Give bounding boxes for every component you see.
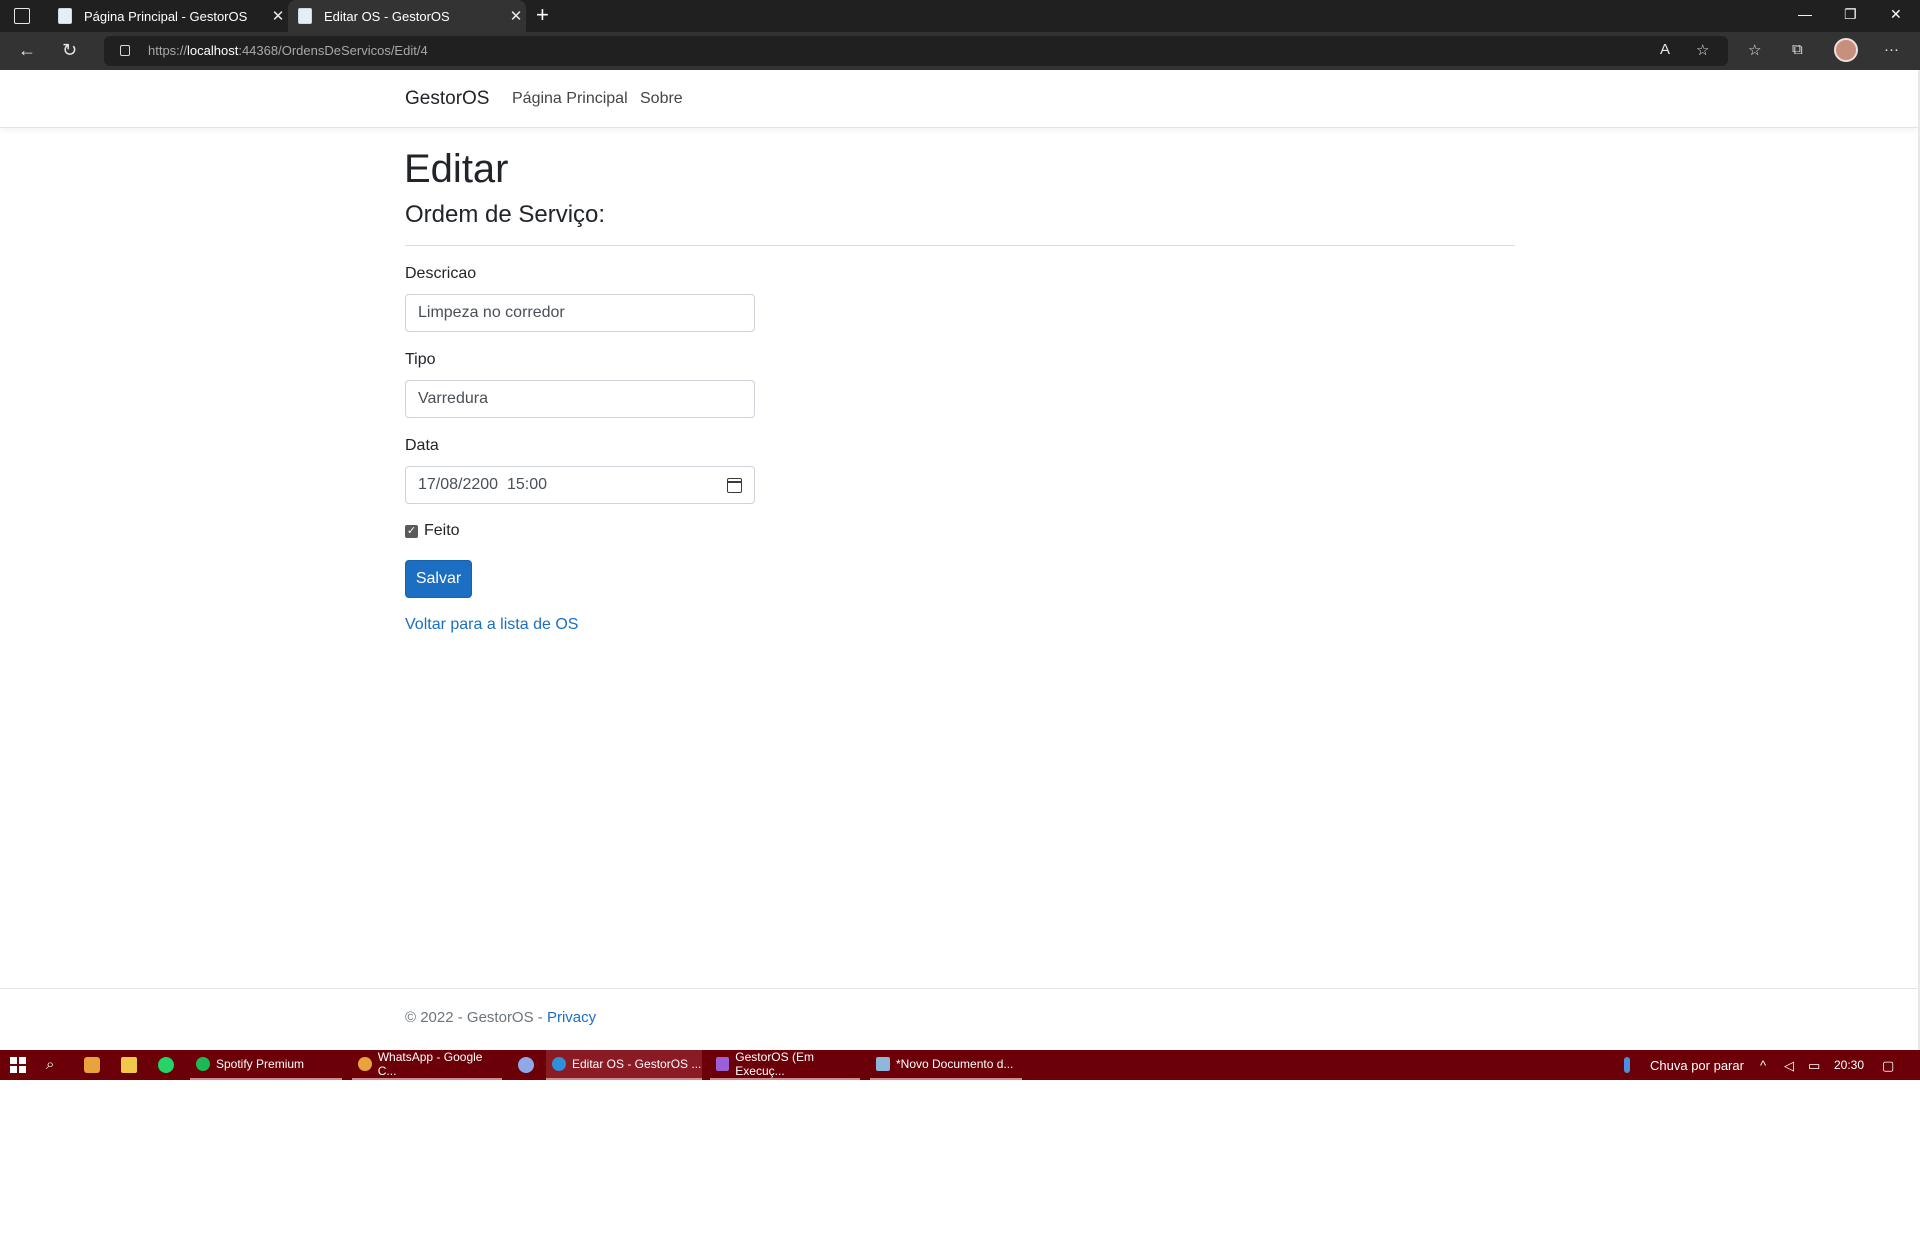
data-input[interactable]: 17/08/2200 15:00 xyxy=(405,466,755,504)
tipo-input[interactable]: Varredura xyxy=(405,380,755,418)
collections-icon[interactable]: ⧉ xyxy=(1792,41,1803,58)
favorite-add-icon[interactable]: ☆ xyxy=(1696,41,1709,59)
tab-title: Página Principal - GestorOS xyxy=(84,8,248,24)
taskbar-app-label: Editar OS - GestorOS ... xyxy=(572,1057,702,1071)
feito-checkbox[interactable]: ✓ xyxy=(405,525,418,538)
network-icon[interactable]: ▭ xyxy=(1808,1058,1820,1074)
profile-avatar[interactable] xyxy=(1834,38,1858,62)
taskbar-app-label: *Novo Documento d... xyxy=(896,1057,1014,1071)
back-to-list-link[interactable]: Voltar para a lista de OS xyxy=(405,616,578,634)
divider xyxy=(405,245,1515,246)
close-icon[interactable]: ✕ xyxy=(268,7,288,25)
footer-text: © 2022 - GestorOS - Privacy xyxy=(405,1009,597,1026)
data-label: Data xyxy=(405,437,439,454)
edge-icon xyxy=(552,1057,566,1071)
page-icon xyxy=(298,8,312,24)
favorites-icon[interactable]: ☆ xyxy=(1748,41,1761,59)
tipo-label: Tipo xyxy=(405,351,436,368)
weather-icon[interactable] xyxy=(1624,1057,1630,1073)
web-page: GestorOS Página Principal Sobre Editar O… xyxy=(0,70,1920,1070)
save-button[interactable]: Salvar xyxy=(405,560,472,598)
taskbar-app-chrome-whatsapp[interactable]: WhatsApp - Google C... xyxy=(352,1050,502,1080)
taskbar-app-label: Spotify Premium xyxy=(216,1057,305,1071)
page-subtitle: Ordem de Serviço: xyxy=(405,201,606,228)
tipo-value: Varredura xyxy=(418,390,488,407)
page-icon xyxy=(58,8,72,24)
descricao-label: Descricao xyxy=(405,265,477,282)
tab-title: Editar OS - GestorOS xyxy=(324,8,450,24)
close-window-icon[interactable]: ✕ xyxy=(1890,6,1902,23)
address-bar: ← ↻ https://localhost:44368/OrdensDeServ… xyxy=(0,32,1920,70)
descricao-input[interactable]: Limpeza no corredor xyxy=(405,294,755,332)
data-value: 17/08/2200 15:00 xyxy=(418,476,548,493)
more-options-icon[interactable]: ··· xyxy=(1884,41,1899,58)
browser-tab-bar: Página Principal - GestorOS ✕ Editar OS … xyxy=(0,0,1920,32)
nav-link-pagina-principal[interactable]: Página Principal xyxy=(512,90,628,108)
close-icon[interactable]: ✕ xyxy=(506,7,526,25)
site-navbar: GestorOS Página Principal Sobre xyxy=(0,70,1918,128)
tab-pagina-principal[interactable]: Página Principal - GestorOS ✕ xyxy=(48,0,288,32)
windows-start-icon[interactable] xyxy=(10,1057,26,1073)
taskbar-app-label: WhatsApp - Google C... xyxy=(377,1050,483,1078)
chrome-profile-icon[interactable] xyxy=(518,1057,534,1073)
visual-studio-icon xyxy=(716,1057,730,1071)
descricao-value: Limpeza no corredor xyxy=(418,304,565,321)
page-title: Editar xyxy=(404,147,509,191)
nav-link-sobre[interactable]: Sobre xyxy=(640,90,683,108)
notification-icon[interactable]: ▢ xyxy=(1882,1058,1894,1074)
clock[interactable]: 20:30 xyxy=(1834,1058,1864,1072)
calendar-icon[interactable] xyxy=(727,478,742,493)
volume-icon[interactable]: ◁ xyxy=(1784,1058,1794,1074)
tab-editar-os[interactable]: Editar OS - GestorOS ✕ xyxy=(288,0,526,32)
site-footer: © 2022 - GestorOS - Privacy xyxy=(0,988,1918,1050)
taskbar-app-edge[interactable]: Editar OS - GestorOS ... xyxy=(546,1050,702,1080)
minimize-icon[interactable]: — xyxy=(1798,6,1812,22)
url-field[interactable]: https://localhost:44368/OrdensDeServicos… xyxy=(104,36,1728,66)
refresh-icon[interactable]: ↻ xyxy=(62,41,77,59)
read-aloud-icon[interactable]: A xyxy=(1660,41,1670,58)
back-arrow-icon[interactable]: ← xyxy=(18,41,36,59)
tab-actions-icon[interactable] xyxy=(14,8,30,24)
restore-icon[interactable]: ❐ xyxy=(1844,6,1857,23)
spotify-icon xyxy=(196,1057,210,1071)
taskbar-app-spotify[interactable]: Spotify Premium xyxy=(190,1050,342,1080)
taskbar-app-label: GestorOS (Em Execuç... xyxy=(735,1050,814,1078)
url-text: https://localhost:44368/OrdensDeServicos… xyxy=(148,43,428,58)
empty-area xyxy=(0,1080,1920,1250)
file-explorer-icon[interactable] xyxy=(121,1057,137,1073)
taskbar-app-visual-studio[interactable]: GestorOS (Em Execuç... xyxy=(710,1050,860,1080)
chevron-up-icon[interactable]: ^ xyxy=(1760,1058,1766,1073)
notepad-icon xyxy=(876,1057,890,1071)
windows-taskbar: ⌕ Spotify Premium WhatsApp - Google C...… xyxy=(0,1050,1920,1080)
lock-icon xyxy=(120,45,130,56)
site-brand[interactable]: GestorOS xyxy=(405,88,489,110)
whatsapp-icon[interactable] xyxy=(158,1057,174,1073)
privacy-link[interactable]: Privacy xyxy=(547,1009,596,1026)
chrome-icon xyxy=(358,1057,372,1071)
new-tab-icon[interactable]: + xyxy=(536,4,549,26)
taskbar-app-notepad[interactable]: *Novo Documento d... xyxy=(870,1050,1022,1080)
media-player-icon[interactable] xyxy=(84,1057,100,1073)
weather-text[interactable]: Chuva por parar xyxy=(1650,1058,1744,1073)
search-icon[interactable]: ⌕ xyxy=(46,1057,62,1073)
feito-label: Feito xyxy=(424,522,460,539)
